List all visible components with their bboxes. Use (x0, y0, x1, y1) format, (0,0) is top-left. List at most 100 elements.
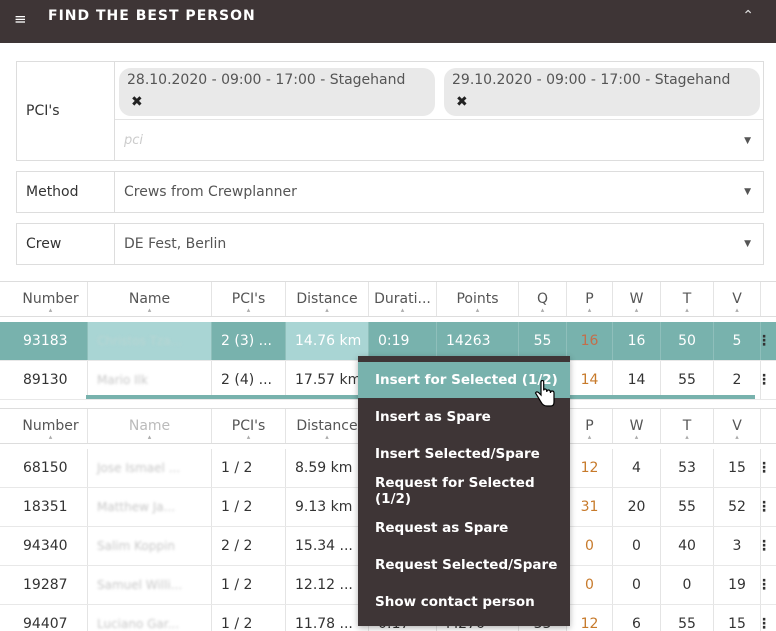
cell-p: 0 (585, 538, 594, 554)
sort-icon[interactable]: ▴ (588, 306, 592, 314)
column-header-label: Name (128, 418, 171, 434)
context-menu-item[interactable]: Insert Selected/Spare (358, 436, 570, 472)
cell-v: 5 (732, 333, 742, 349)
sort-icon[interactable]: ▴ (541, 306, 545, 314)
sort-icon[interactable]: ▴ (476, 306, 480, 314)
cell-p: 12 (580, 616, 599, 631)
cell-number: 89130 (23, 372, 68, 388)
chevron-up-icon[interactable]: ⌃ (742, 8, 754, 24)
sort-icon[interactable]: ▴ (635, 433, 639, 441)
row-menu-icon[interactable]: ⋮ (757, 616, 771, 631)
cell-distance: 8.59 km (295, 460, 353, 476)
sort-icon[interactable]: ▴ (588, 433, 592, 441)
context-menu-item[interactable]: Request for Selected (1/2) (358, 473, 570, 509)
column-header-t[interactable]: T ▴ (661, 409, 714, 443)
cell-name: Christos Tza... (97, 334, 183, 348)
cell-pcis: 1 / 2 (221, 499, 253, 515)
cell-pcis: 2 (3) ... (221, 333, 272, 349)
row-menu-icon[interactable]: ⋮ (757, 577, 771, 593)
context-menu-item[interactable]: Request Selected/Spare (358, 547, 570, 583)
cell-w: 20 (627, 499, 646, 515)
cell-v: 52 (728, 499, 746, 515)
row-menu-icon[interactable]: ⋮ (757, 372, 771, 388)
cell-p: 0 (585, 577, 594, 593)
column-header-pcis[interactable]: PCI's ▴ (212, 282, 286, 316)
cell-t: 55 (678, 499, 696, 515)
row-menu-icon[interactable]: ⋮ (757, 333, 771, 349)
column-header-p[interactable]: P ▴ (567, 409, 613, 443)
context-menu-item[interactable]: Request as Spare (358, 510, 570, 546)
column-header-q[interactable]: Q ▴ (519, 282, 567, 316)
column-header-points[interactable]: Points ▴ (437, 282, 519, 316)
cell-pcis: 1 / 2 (221, 577, 253, 593)
sort-icon[interactable]: ▴ (247, 433, 251, 441)
sort-icon[interactable]: ▴ (685, 433, 689, 441)
column-header-t[interactable]: T ▴ (661, 282, 714, 316)
method-select[interactable]: Crews from Crewplanner ▼ (115, 172, 763, 212)
sort-icon[interactable]: ▴ (685, 306, 689, 314)
panel-header: ≡ FIND THE BEST PERSON ⌃ (0, 0, 776, 43)
column-header-label: PCI's (231, 418, 266, 434)
cell-name: Luciano Gar... (97, 617, 180, 631)
column-header-number[interactable]: Number ▴ (14, 409, 88, 443)
cell-w: 6 (632, 616, 641, 631)
cell-name: Mario Ilk (97, 373, 148, 387)
sort-icon[interactable]: ▴ (325, 306, 329, 314)
cell-distance: 9.13 km (295, 499, 353, 515)
cell-pcis: 1 / 2 (221, 616, 253, 631)
cell-pcis: 1 / 2 (221, 460, 253, 476)
column-header-label: Durati... (374, 291, 431, 307)
column-header-label: V (732, 418, 742, 434)
pcis-multiselect[interactable]: 28.10.2020 - 09:00 - 17:00 - Stagehand ✖… (115, 62, 763, 160)
chevron-down-icon[interactable]: ▼ (744, 136, 751, 146)
row-menu-icon[interactable]: ⋮ (757, 460, 771, 476)
sort-icon[interactable]: ▴ (401, 306, 405, 314)
column-header-label: Name (128, 291, 171, 307)
column-header-label: T (682, 418, 692, 434)
column-header-label: Points (456, 291, 499, 307)
sort-icon[interactable]: ▴ (735, 433, 739, 441)
cell-t: 55 (678, 372, 696, 388)
column-header-duration[interactable]: Durati... ▴ (369, 282, 437, 316)
column-header-number[interactable]: Number ▴ (14, 282, 88, 316)
column-header-w[interactable]: W ▴ (613, 409, 661, 443)
context-menu-item[interactable]: Show contact person (358, 584, 570, 620)
remove-chip-icon[interactable]: ✖ (131, 94, 143, 110)
chevron-down-icon[interactable]: ▼ (744, 187, 751, 197)
row-menu-icon[interactable]: ⋮ (757, 499, 771, 515)
sort-icon[interactable]: ▴ (49, 306, 53, 314)
column-header-w[interactable]: W ▴ (613, 282, 661, 316)
cell-v: 15 (728, 616, 746, 631)
cell-distance: 17.57 km (295, 372, 362, 388)
sort-icon[interactable]: ▴ (148, 306, 152, 314)
crew-field-row: Crew DE Fest, Berlin ▼ (16, 223, 764, 265)
cell-p: 14 (580, 372, 599, 388)
sort-icon[interactable]: ▴ (148, 433, 152, 441)
crew-select[interactable]: DE Fest, Berlin ▼ (115, 224, 763, 264)
column-header-pcis[interactable]: PCI's ▴ (212, 409, 286, 443)
column-header-distance[interactable]: Distance ▴ (286, 409, 369, 443)
sort-icon[interactable]: ▴ (247, 306, 251, 314)
sort-icon[interactable]: ▴ (325, 433, 329, 441)
column-header-v[interactable]: V ▴ (714, 409, 761, 443)
cell-w: 14 (627, 372, 646, 388)
column-header-name[interactable]: Name ▴ (88, 409, 212, 443)
chevron-down-icon[interactable]: ▼ (744, 239, 751, 249)
sort-icon[interactable]: ▴ (635, 306, 639, 314)
column-header-v[interactable]: V ▴ (714, 282, 761, 316)
pci-chip-label: 29.10.2020 - 09:00 - 17:00 - Stagehand (452, 72, 731, 88)
sort-icon[interactable]: ▴ (49, 433, 53, 441)
cell-w: 4 (632, 460, 641, 476)
column-header-name[interactable]: Name ▴ (88, 282, 212, 316)
cell-number: 93183 (23, 333, 68, 349)
column-header-label: P (585, 418, 594, 434)
column-header-p[interactable]: P ▴ (567, 282, 613, 316)
column-header-distance[interactable]: Distance ▴ (286, 282, 369, 316)
remove-chip-icon[interactable]: ✖ (456, 94, 468, 110)
sort-icon[interactable]: ▴ (735, 306, 739, 314)
pci-search-input[interactable]: pci (124, 133, 143, 148)
hamburger-icon[interactable]: ≡ (14, 10, 27, 28)
column-header-label: P (585, 291, 594, 307)
method-label: Method (17, 172, 115, 212)
row-menu-icon[interactable]: ⋮ (757, 538, 771, 554)
